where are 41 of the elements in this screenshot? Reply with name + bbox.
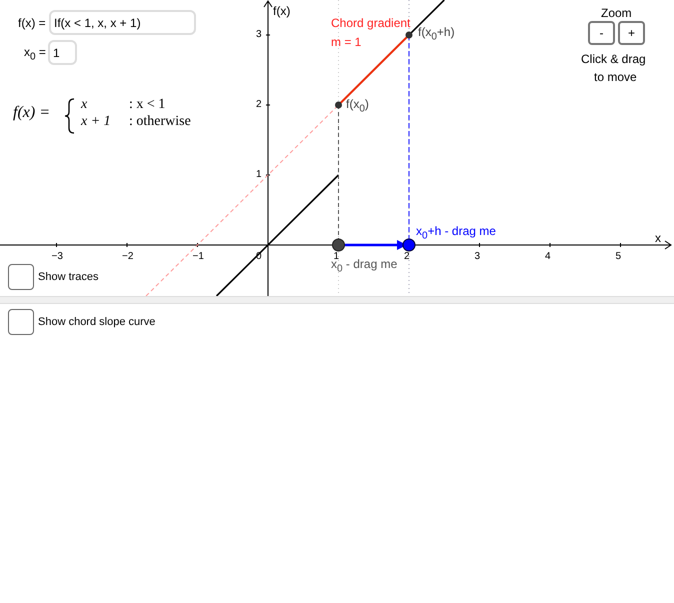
x0h-handle-label: x$_{0}$+h - drag me [416, 224, 496, 242]
y-tick-label: 1 [256, 169, 262, 180]
checkbox-label: Show traces [38, 271, 99, 283]
chord-gradient-value: m = 1 [331, 35, 362, 49]
point-marker [335, 102, 342, 108]
zoom-out-button[interactable]: - [588, 21, 615, 45]
drag-hint-text: to move [594, 70, 637, 84]
y-tick-label: 2 [256, 99, 262, 110]
brace-icon [64, 98, 76, 134]
x0h-drag-point[interactable] [402, 238, 416, 252]
x-tick-label: 3 [474, 251, 480, 262]
formula-lhs: f(x) = [13, 104, 50, 122]
point-marker [406, 32, 412, 38]
zoom-in-button[interactable]: + [618, 21, 645, 45]
point-label: f(x$_{0}$+h) [418, 25, 455, 42]
formula-case-condition: : otherwise [129, 114, 191, 130]
x-tick-label: 5 [616, 251, 622, 262]
x-axis-label: x [655, 231, 661, 245]
x-tick-label: −3 [52, 251, 63, 262]
formula-case-condition: : x < 1 [129, 97, 166, 113]
x-tick-label: −1 [192, 251, 204, 262]
x0-input-field[interactable]: 1 [48, 40, 77, 65]
zoom-title: Zoom [601, 6, 632, 20]
formula-case-expression: x [81, 97, 88, 113]
input-label: x$_{0}$ = [24, 45, 46, 62]
checkbox[interactable] [8, 264, 34, 290]
point-label: f(x$_{0}$) [346, 97, 369, 114]
drag-hint-text: Click & drag [581, 52, 646, 66]
checkbox-label: Show chord slope curve [38, 316, 156, 328]
y-tick-label: 3 [256, 29, 262, 40]
x-tick-label: 4 [545, 251, 551, 262]
formula-case-expression: x + 1 [81, 114, 111, 130]
x-tick-label: 2 [404, 251, 410, 262]
y-axis-label: f(x) [273, 4, 290, 18]
chord-gradient-title: Chord gradient [331, 16, 410, 30]
checkbox[interactable] [8, 309, 34, 335]
input-label: f(x) = [18, 16, 46, 30]
x-tick-label: 1 [334, 251, 340, 262]
x0-drag-point[interactable] [332, 238, 345, 252]
x-tick-label: −2 [122, 251, 134, 262]
function-input-field[interactable]: If(x < 1, x, x + 1) [49, 10, 196, 35]
